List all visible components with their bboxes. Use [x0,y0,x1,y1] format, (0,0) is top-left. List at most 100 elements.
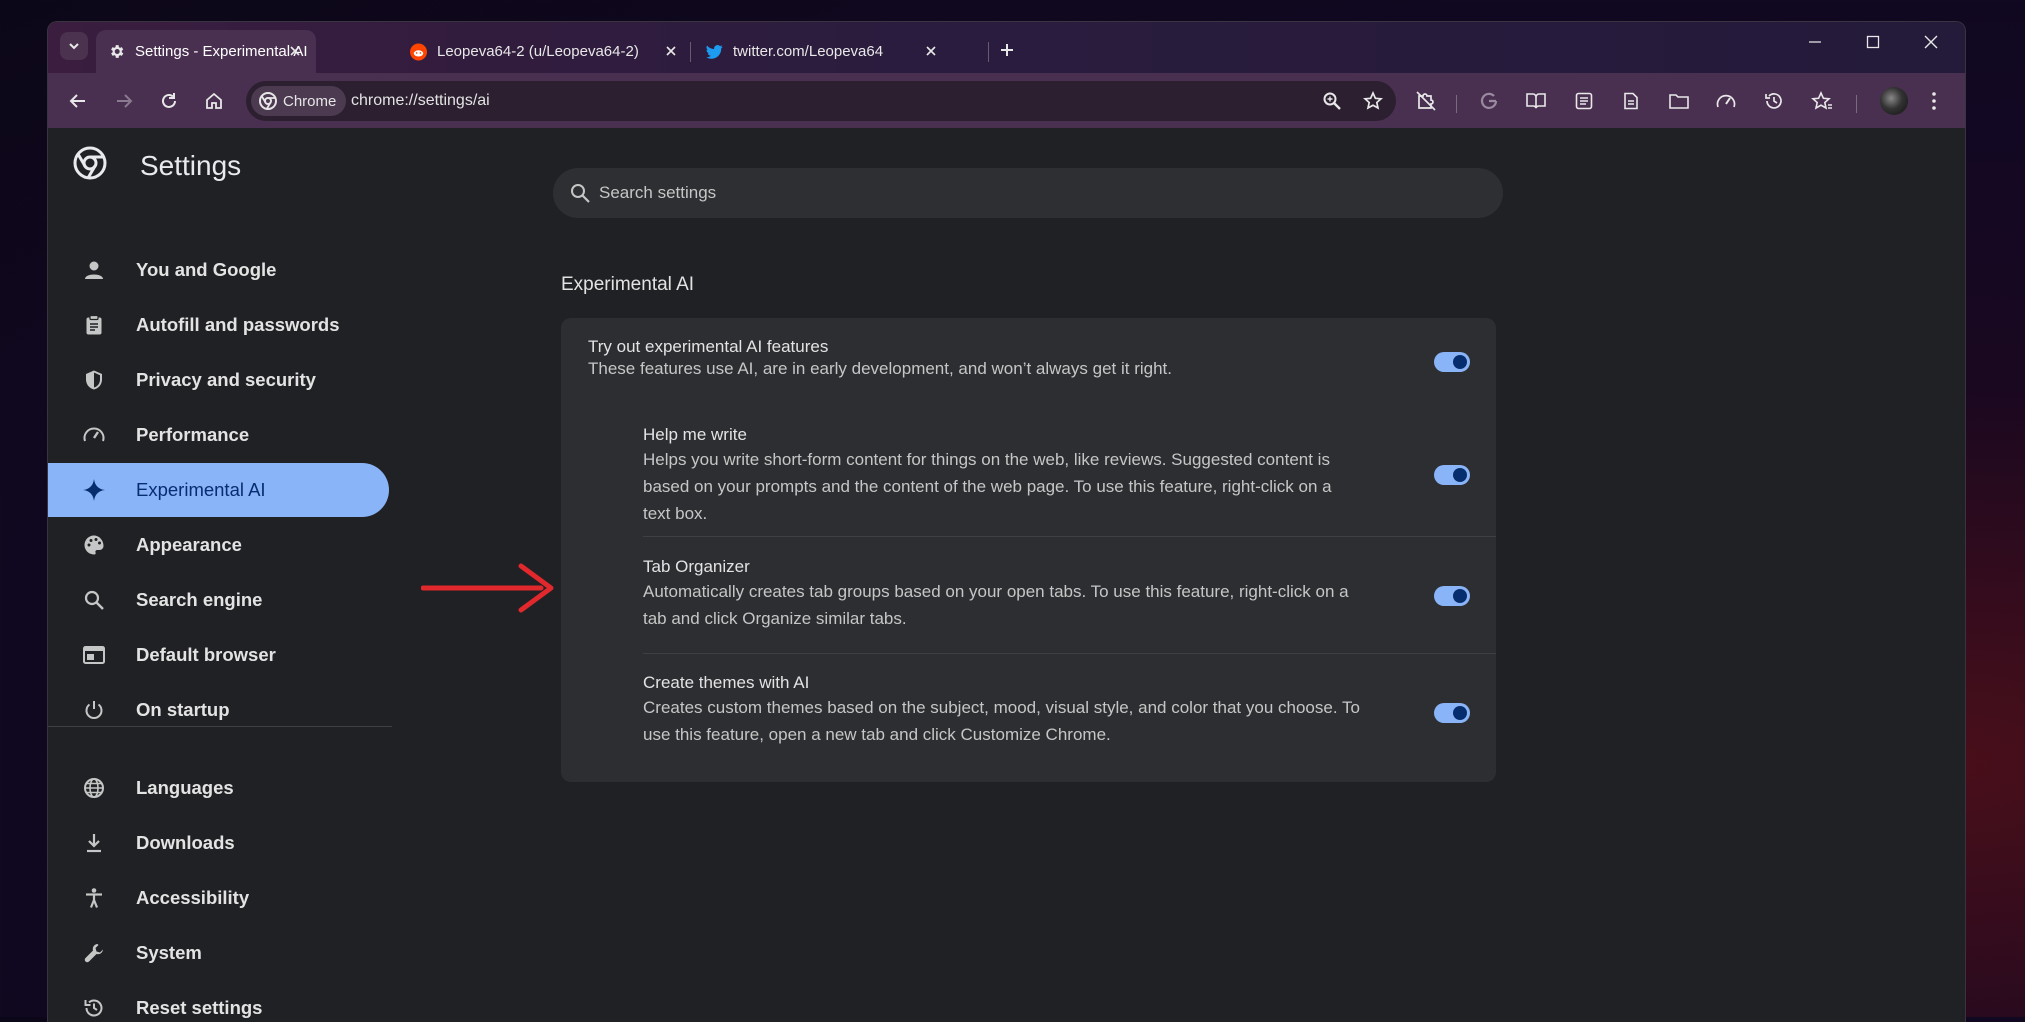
browser-window-icon [81,642,107,668]
chrome-logo-icon [73,146,107,180]
sidebar-item-label: Experimental AI [136,479,266,500]
tab-title: Leopeva64-2 (u/Leopeva64-2) [437,43,639,60]
star-icon [1363,91,1383,110]
performance-button[interactable] [1712,87,1740,115]
sidebar-item-you-and-google[interactable]: You and Google [48,243,389,297]
sidebar-item-languages[interactable]: Languages [48,761,389,815]
sidebar-item-reset-settings[interactable]: Reset settings [48,981,389,1022]
sidebar-item-label: System [136,942,202,963]
sidebar-item-label: Autofill and passwords [136,314,340,335]
site-chip-label: Chrome [283,92,337,110]
browser-window: Settings - Experimental AI Leopeva64-2 (… [47,21,1966,1022]
setting-description-line: Helps you write short-form content for t… [643,450,1330,469]
toolbar-divider [1456,95,1457,113]
back-button[interactable] [64,87,92,115]
setting-description: These features use AI, are in early deve… [588,359,1172,378]
home-icon [206,92,222,109]
tab-reddit[interactable]: Leopeva64-2 (u/Leopeva64-2) [398,30,728,73]
forward-arrow-icon [117,94,133,108]
sidebar-item-label: Accessibility [136,887,250,908]
tab-title: Settings - Experimental AI [135,43,308,60]
settings-page: Settings You and Google Autofill and pas… [48,128,1965,1022]
forward-button[interactable] [110,87,138,115]
gear-icon [108,43,125,60]
sidebar-item-system[interactable]: System [48,926,389,980]
toggle-knob [1453,706,1467,720]
create-themes-toggle[interactable] [1434,703,1470,723]
avatar[interactable] [1880,87,1908,115]
search-settings-field[interactable]: Search settings [553,168,1503,218]
folder-icon [1669,94,1689,109]
tab-settings[interactable]: Settings - Experimental AI [96,30,316,73]
main-toggle-row[interactable]: Try out experimental AI features These f… [561,318,1496,395]
shield-icon [81,367,107,393]
search-icon [571,184,590,203]
clipboard-icon [81,312,107,338]
sidebar-item-autofill[interactable]: Autofill and passwords [48,298,389,352]
sidebar-item-downloads[interactable]: Downloads [48,816,389,870]
setting-description-line: use this feature, open a new tab and cli… [643,725,1111,744]
new-tab-button[interactable] [996,39,1018,61]
maximize-button[interactable] [1851,28,1895,56]
close-icon[interactable] [286,42,304,60]
puzzle-icon [1416,91,1436,111]
sidebar-item-label: Languages [136,777,234,798]
download-icon [81,830,107,856]
close-icon[interactable] [922,42,940,60]
main-toggle-switch[interactable] [1434,352,1470,372]
section-title: Experimental AI [561,274,695,295]
close-icon[interactable] [662,42,680,60]
kebab-menu-icon [1932,92,1936,110]
bookmark-button[interactable] [1362,90,1384,112]
sparkle-icon [81,477,107,503]
sidebar-item-accessibility[interactable]: Accessibility [48,871,389,925]
sidebar-item-experimental-ai[interactable]: Experimental AI [48,463,389,517]
toggle-knob [1453,589,1467,603]
sidebar-item-label: Search engine [136,589,263,610]
search-placeholder: Search settings [599,183,717,202]
site-chip[interactable]: Chrome [251,86,347,116]
help-me-write-toggle[interactable] [1434,465,1470,485]
setting-description-line: based on your prompts and the content of… [643,477,1332,496]
reading-mode-button[interactable] [1522,87,1550,115]
page-title: Settings [140,150,242,181]
minimize-button[interactable] [1793,28,1837,56]
sidebar-item-search-engine[interactable]: Search engine [48,573,389,627]
sidebar-item-label: You and Google [136,259,277,280]
twitter-icon [706,43,723,60]
reading-list-button[interactable] [1570,87,1598,115]
tab-groups-button[interactable] [1665,87,1693,115]
extensions-button[interactable] [1412,87,1440,115]
notes-button[interactable] [1617,87,1645,115]
google-button[interactable] [1475,87,1503,115]
tab-organizer-toggle[interactable] [1434,586,1470,606]
tab-search-button[interactable] [60,32,88,60]
reload-button[interactable] [155,87,183,115]
setting-title: Try out experimental AI features [588,337,829,356]
palette-icon [81,532,107,558]
sidebar-item-appearance[interactable]: Appearance [48,518,389,572]
sidebar-item-performance[interactable]: Performance [48,408,389,462]
zoom-button[interactable] [1321,90,1343,112]
reddit-icon [410,43,427,60]
document-icon [1624,92,1638,110]
menu-button[interactable] [1920,87,1948,115]
sidebar-item-default-browser[interactable]: Default browser [48,628,389,682]
tab-twitter[interactable]: twitter.com/Leopeva64 [694,30,994,73]
chrome-icon [259,92,277,110]
feature-row-help-me-write: Help me write Helps you write short-form… [561,395,1496,536]
plus-icon [1001,44,1013,56]
url-text: chrome://settings/ai [351,92,490,109]
close-window-button[interactable] [1909,28,1953,56]
power-icon [81,697,107,723]
sidebar-item-privacy[interactable]: Privacy and security [48,353,389,407]
setting-title: Tab Organizer [643,557,750,576]
history-icon [81,995,107,1021]
home-button[interactable] [200,87,228,115]
bookmarks-button[interactable] [1808,87,1836,115]
sidebar-item-label: Privacy and security [136,369,316,390]
history-button[interactable] [1760,87,1788,115]
google-icon [1480,92,1498,109]
address-bar[interactable]: Chrome chrome://settings/ai [246,81,1396,121]
sidebar-item-on-startup[interactable]: On startup [48,683,389,737]
